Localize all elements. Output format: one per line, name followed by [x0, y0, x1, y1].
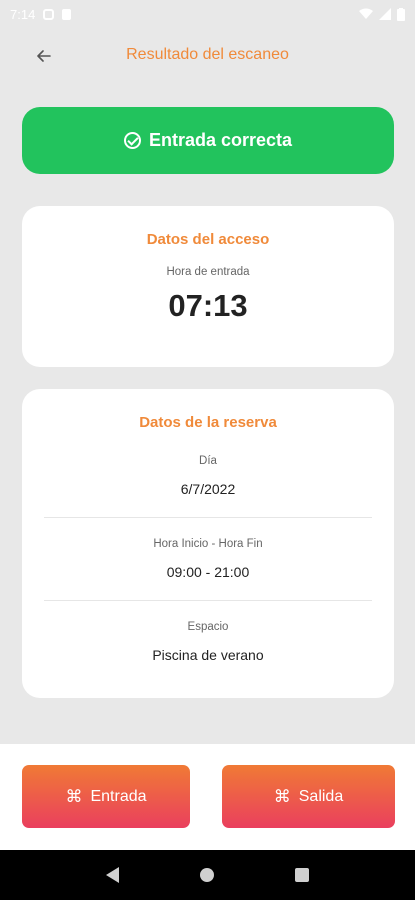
hours-label: Hora Inicio - Hora Fin: [153, 538, 263, 550]
page-title: Resultado del escaneo: [126, 46, 289, 63]
salida-button[interactable]: ⌘ Salida: [222, 765, 395, 828]
system-nav-bar: [0, 850, 415, 900]
booking-card-title: Datos de la reserva: [139, 414, 277, 431]
status-time: 7:14: [10, 6, 36, 22]
hours-value: 09:00 - 21:00: [166, 564, 250, 580]
day-value: 6/7/2022: [180, 481, 236, 497]
action-bar: ⌘ Entrada ⌘ Salida: [0, 744, 415, 850]
check-circle-icon: [123, 132, 141, 149]
qr-scan-icon: ⌘: [273, 787, 291, 806]
nav-back-icon[interactable]: [105, 867, 119, 883]
access-card: Datos del acceso Hora de entrada 07:13: [22, 206, 394, 367]
divider: [44, 517, 372, 518]
nav-home-icon[interactable]: [199, 868, 214, 882]
entry-time-value: 07:13: [168, 288, 248, 323]
qr-scan-icon: ⌘: [65, 787, 83, 806]
salida-label: Salida: [298, 787, 344, 805]
entry-time-label: Hora de entrada: [166, 266, 250, 278]
wifi-icon: [359, 8, 373, 19]
day-label: Día: [199, 455, 217, 467]
divider: [44, 600, 372, 601]
space-value: Piscina de verano: [152, 647, 264, 663]
entrada-label: Entrada: [90, 787, 147, 805]
entrada-button[interactable]: ⌘ Entrada: [22, 765, 190, 828]
space-label: Espacio: [187, 621, 229, 633]
sd-card-icon: [62, 8, 72, 20]
booking-card: Datos de la reserva Día 6/7/2022 Hora In…: [22, 389, 394, 698]
access-card-title: Datos del acceso: [146, 231, 270, 248]
nav-recents-icon[interactable]: [295, 868, 310, 882]
notification-icon: [43, 8, 55, 20]
status-bar: 7:14: [0, 0, 415, 28]
banner-text: Entrada correcta: [148, 130, 293, 150]
battery-icon: [397, 7, 405, 21]
app-header: Resultado del escaneo: [0, 28, 415, 84]
signal-icon: [379, 8, 391, 20]
success-banner: Entrada correcta: [22, 107, 394, 174]
